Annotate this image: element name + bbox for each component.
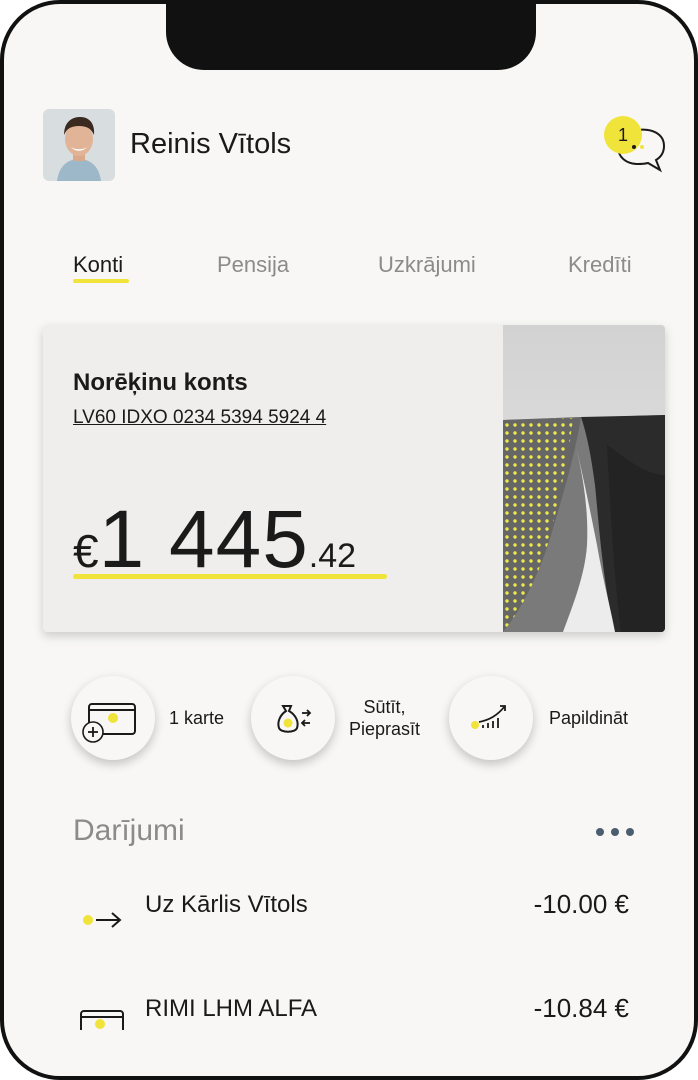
more-options-button[interactable] bbox=[594, 824, 636, 840]
user-name: Reinis Vītols bbox=[130, 128, 292, 160]
phone-frame: Reinis Vītols 1 Konti Pensija Uzkrājumi … bbox=[0, 0, 698, 1080]
transaction-name[interactable]: RIMI LHM ALFA bbox=[145, 995, 317, 1023]
account-iban[interactable]: LV60 IDXO 0234 5394 5924 4 bbox=[73, 407, 326, 429]
chat-dots bbox=[632, 145, 644, 149]
balance-currency: € bbox=[73, 525, 99, 577]
top-up-label: Papildināt bbox=[549, 708, 629, 728]
send-request-button[interactable] bbox=[251, 676, 335, 760]
transaction-amount: -10.84 € bbox=[533, 993, 629, 1023]
top-up-button[interactable] bbox=[449, 676, 533, 760]
tab-konti[interactable]: Konti bbox=[73, 252, 123, 278]
avatar[interactable] bbox=[43, 109, 115, 181]
money-bag-transfer-icon bbox=[277, 705, 312, 733]
growth-chart-icon bbox=[471, 705, 506, 729]
card-add-icon bbox=[82, 703, 136, 743]
balance-underline bbox=[73, 574, 387, 579]
outgoing-arrow-icon bbox=[83, 912, 122, 928]
tab-krediti[interactable]: Kredīti bbox=[568, 252, 632, 278]
card-payment-icon bbox=[80, 1010, 124, 1030]
device-notch bbox=[166, 4, 536, 70]
account-title: Norēķinu konts bbox=[73, 369, 248, 396]
tab-uzkrajumi[interactable]: Uzkrājumi bbox=[378, 252, 476, 278]
messages-button[interactable]: 1 bbox=[604, 116, 668, 176]
transactions-title: Darījumi bbox=[73, 814, 185, 847]
tab-pensija[interactable]: Pensija bbox=[217, 252, 289, 278]
send-request-label: Sūtīt, Pieprasīt bbox=[349, 697, 421, 739]
account-balance: €1 445.42 bbox=[73, 493, 356, 587]
transaction-name[interactable]: Uz Kārlis Vītols bbox=[145, 891, 308, 919]
active-tab-indicator bbox=[73, 279, 129, 283]
coast-photo bbox=[503, 325, 665, 632]
transaction-amount: -10.00 € bbox=[533, 889, 629, 919]
account-card[interactable]: Norēķinu konts LV60 IDXO 0234 5394 5924 … bbox=[43, 325, 665, 632]
balance-whole: 1 445 bbox=[98, 494, 309, 585]
balance-decimals: .42 bbox=[308, 537, 357, 575]
cards-button[interactable] bbox=[71, 676, 155, 760]
cards-label: 1 karte bbox=[169, 708, 225, 728]
